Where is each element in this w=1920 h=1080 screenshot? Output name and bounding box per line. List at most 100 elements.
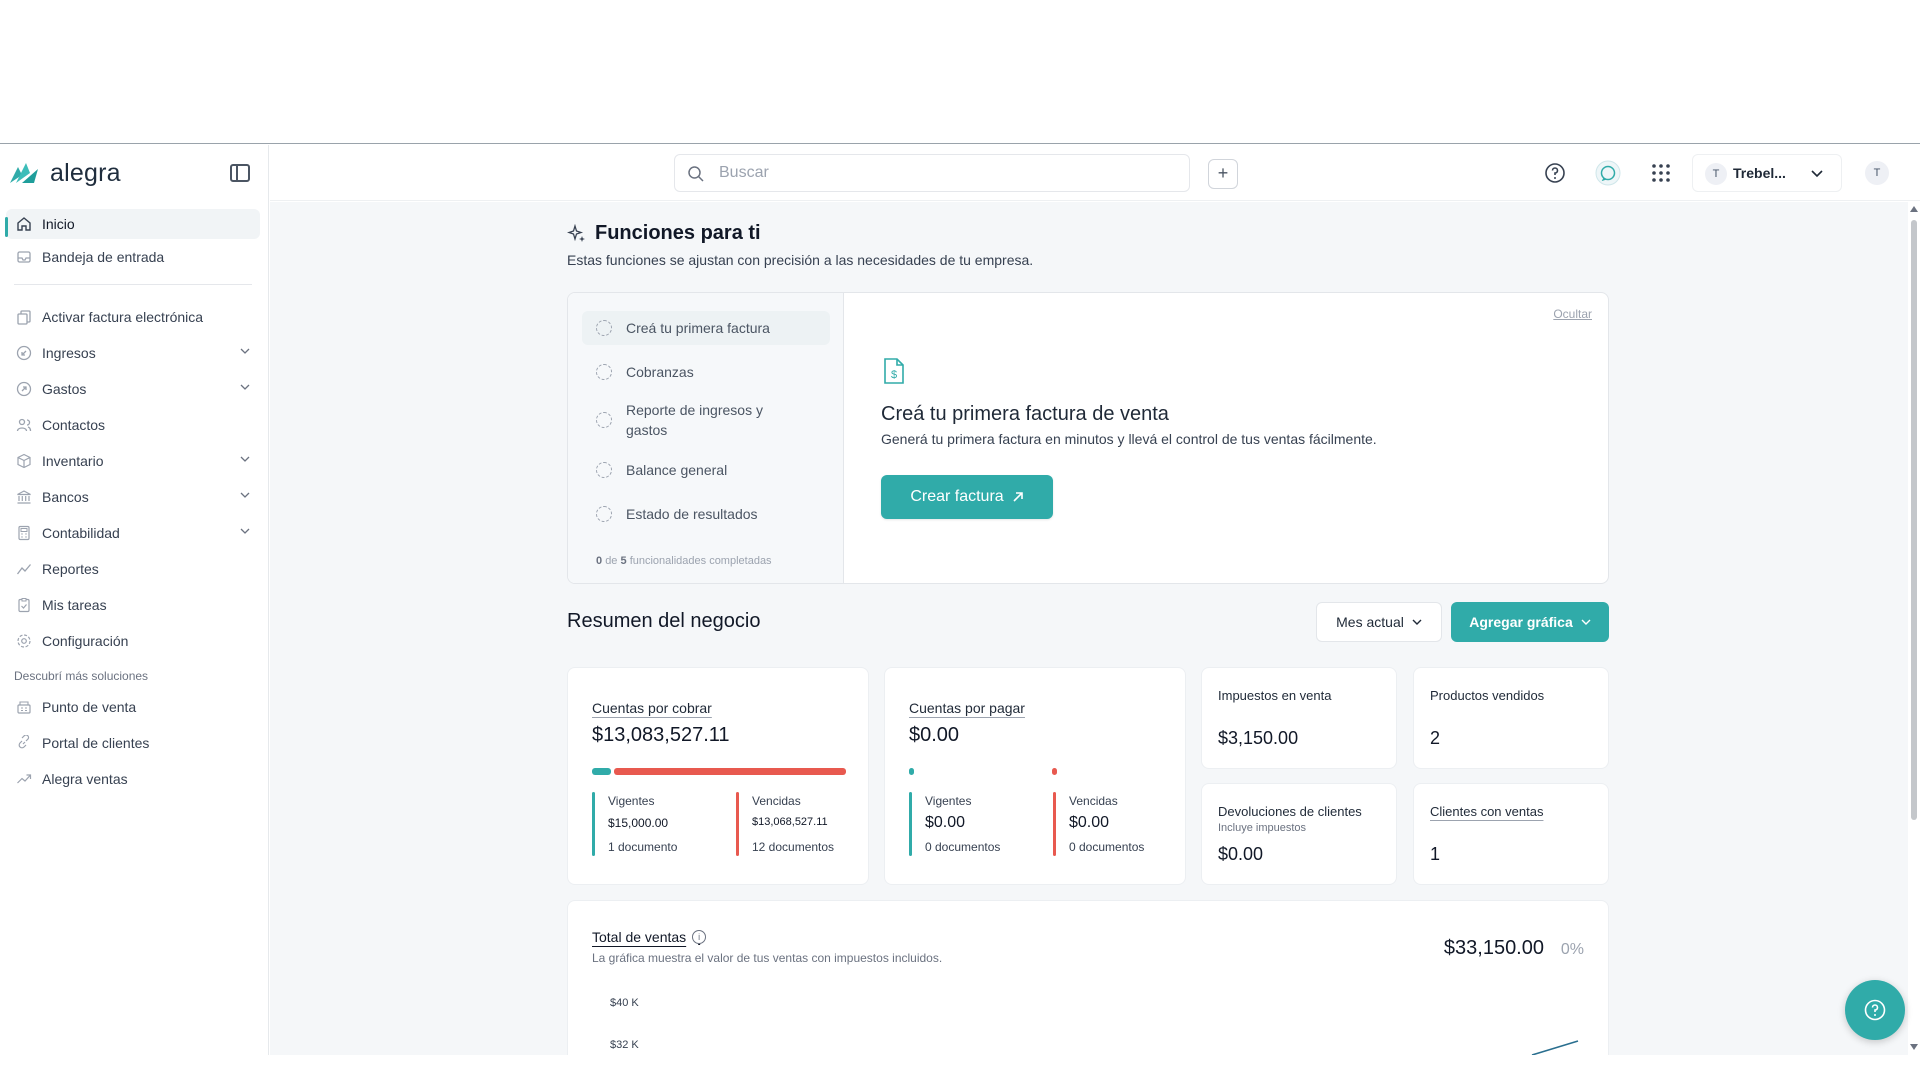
- sidebar-item-label: Bancos: [42, 489, 89, 505]
- step-label: Balance general: [626, 462, 728, 478]
- vencidas-bar: [614, 768, 846, 775]
- company-selector[interactable]: T Trebel...: [1692, 154, 1842, 192]
- period-dropdown[interactable]: Mes actual: [1316, 602, 1442, 642]
- income-icon: [16, 345, 32, 361]
- sidebar-item-bancos[interactable]: Bancos: [6, 479, 260, 515]
- sidebar-item-ingresos[interactable]: Ingresos: [6, 335, 260, 371]
- assistant-chat-icon[interactable]: [1595, 160, 1621, 186]
- y-tick-label: $40 K: [610, 997, 639, 1009]
- scroll-up-icon[interactable]: [1910, 206, 1918, 212]
- period-label: Mes actual: [1336, 614, 1404, 630]
- chevron-down-icon: [240, 492, 250, 498]
- crear-factura-button[interactable]: Crear factura: [881, 475, 1053, 519]
- scroll-thumb[interactable]: [1911, 220, 1917, 820]
- vigentes-label: Vigentes: [608, 794, 655, 808]
- sidebar-item-label: Portal de clientes: [42, 735, 150, 751]
- step-status-icon: [596, 506, 612, 522]
- vencidas-docs: 0 documentos: [1069, 840, 1145, 854]
- sidebar-toggle-icon[interactable]: [230, 164, 250, 182]
- card-cuentas-por-pagar[interactable]: Cuentas por pagar $0.00 Vigentes $0.00 0…: [884, 667, 1186, 885]
- card-devoluciones-clientes[interactable]: Devoluciones de clientes Incluye impuest…: [1201, 783, 1397, 885]
- card-title[interactable]: Cuentas por cobrar: [592, 700, 712, 716]
- step-reporte-ingresos-gastos[interactable]: Reporte de ingresos y gastos: [582, 397, 830, 443]
- card-productos-vendidos[interactable]: Productos vendidos 2: [1413, 667, 1609, 769]
- company-name: Trebel...: [1733, 165, 1786, 181]
- main-scrollbar[interactable]: [1908, 202, 1920, 1055]
- vigentes-bar: [592, 768, 611, 775]
- top-header: Buscar + T Trebel... T: [270, 145, 1920, 201]
- sidebar-item-label: Inicio: [42, 216, 75, 232]
- sidebar-item-contactos[interactable]: Contactos: [6, 407, 260, 443]
- card-impuestos-en-venta[interactable]: Impuestos en venta $3,150.00: [1201, 667, 1397, 769]
- main-content: Funciones para ti Estas funciones se aju…: [270, 202, 1908, 1055]
- sidebar-item-label: Reportes: [42, 561, 99, 577]
- step-label: Creá tu primera factura: [626, 320, 770, 336]
- vencidas-label: Vencidas: [752, 794, 801, 808]
- help-chat-button[interactable]: [1845, 980, 1905, 1040]
- ventas-total: $33,150.00: [1443, 937, 1544, 959]
- info-icon[interactable]: i: [692, 930, 707, 944]
- svg-text:$: $: [891, 369, 897, 381]
- trend-icon: [16, 771, 32, 787]
- alegra-logo[interactable]: alegra: [8, 159, 121, 188]
- card-clientes-con-ventas[interactable]: Clientes con ventas 1: [1413, 783, 1609, 885]
- sidebar-item-configuracion[interactable]: Configuración: [6, 623, 260, 659]
- sidebar-item-factura-electronica[interactable]: Activar factura electrónica: [6, 299, 260, 335]
- sidebar-item-alegra-ventas[interactable]: Alegra ventas: [6, 761, 260, 797]
- step-primera-factura[interactable]: Creá tu primera factura: [582, 311, 830, 345]
- company-avatar: T: [1705, 163, 1727, 185]
- card-total: $13,083,527.11: [592, 724, 730, 746]
- vencidas-bar: [1052, 768, 1057, 775]
- sidebar-item-reportes[interactable]: Reportes: [6, 551, 260, 587]
- chart-line-icon: [16, 561, 32, 577]
- sidebar-item-portal-clientes[interactable]: Portal de clientes: [6, 725, 260, 761]
- calculator-icon: [16, 525, 32, 541]
- expense-icon: [16, 381, 32, 397]
- vencidas-label: Vencidas: [1069, 794, 1118, 808]
- hide-link[interactable]: Ocultar: [1553, 307, 1592, 321]
- help-icon[interactable]: [1544, 162, 1566, 184]
- ventas-title[interactable]: Total de ventas i: [592, 929, 707, 945]
- card-title[interactable]: Clientes con ventas: [1430, 804, 1543, 819]
- sidebar-item-inventario[interactable]: Inventario: [6, 443, 260, 479]
- sidebar-nav: Inicio Bandeja de entrada Activar factur…: [5, 209, 260, 797]
- search-input[interactable]: Buscar: [674, 154, 1190, 192]
- apps-grid-icon[interactable]: [1650, 162, 1672, 184]
- onboarding-card: Creá tu primera factura Cobranzas Report…: [567, 292, 1609, 584]
- sidebar: alegra Inicio Bandeja de entrada Activar…: [0, 145, 269, 1055]
- sidebar-item-punto-de-venta[interactable]: Punto de venta: [6, 689, 260, 725]
- step-status-icon: [596, 412, 612, 428]
- vencidas-amount: $0.00: [1069, 814, 1110, 831]
- search-icon: [688, 166, 704, 182]
- sidebar-item-contabilidad[interactable]: Contabilidad: [6, 515, 260, 551]
- sidebar-item-inicio[interactable]: Inicio: [5, 209, 260, 239]
- quick-add-button[interactable]: +: [1208, 159, 1238, 189]
- link-icon: [16, 734, 32, 751]
- sidebar-item-gastos[interactable]: Gastos: [6, 371, 260, 407]
- user-avatar[interactable]: T: [1865, 161, 1889, 185]
- sidebar-item-label: Punto de venta: [42, 699, 137, 715]
- card-cuentas-por-cobrar[interactable]: Cuentas por cobrar $13,083,527.11 Vigent…: [567, 667, 869, 885]
- funciones-heading: Funciones para ti: [567, 222, 761, 245]
- chevron-down-icon: [240, 528, 250, 534]
- vigentes-amount: $0.00: [925, 814, 966, 831]
- vencidas-marker: [736, 792, 739, 856]
- funciones-subtitle: Estas funciones se ajustan con precisión…: [567, 252, 1034, 268]
- bottom-blank-area: [0, 1056, 1920, 1080]
- step-estado-resultados[interactable]: Estado de resultados: [582, 497, 830, 531]
- card-note: Incluye impuestos: [1218, 822, 1307, 834]
- sidebar-item-mis-tareas[interactable]: Mis tareas: [6, 587, 260, 623]
- step-balance-general[interactable]: Balance general: [582, 453, 830, 487]
- step-label: Estado de resultados: [626, 506, 758, 522]
- chevron-down-icon: [240, 384, 250, 390]
- sidebar-item-bandeja[interactable]: Bandeja de entrada: [6, 239, 260, 275]
- add-chart-button[interactable]: Agregar gráfica: [1451, 602, 1609, 642]
- scroll-down-icon[interactable]: [1910, 1044, 1918, 1050]
- card-total: $0.00: [909, 724, 960, 746]
- step-cobranzas[interactable]: Cobranzas: [582, 355, 830, 389]
- card-title[interactable]: Cuentas por pagar: [909, 700, 1025, 716]
- chevron-down-icon: [240, 456, 250, 462]
- progress-suffix: funcionalidades completadas: [629, 555, 772, 567]
- progress-done: 0: [596, 555, 603, 567]
- step-label: Cobranzas: [626, 364, 694, 380]
